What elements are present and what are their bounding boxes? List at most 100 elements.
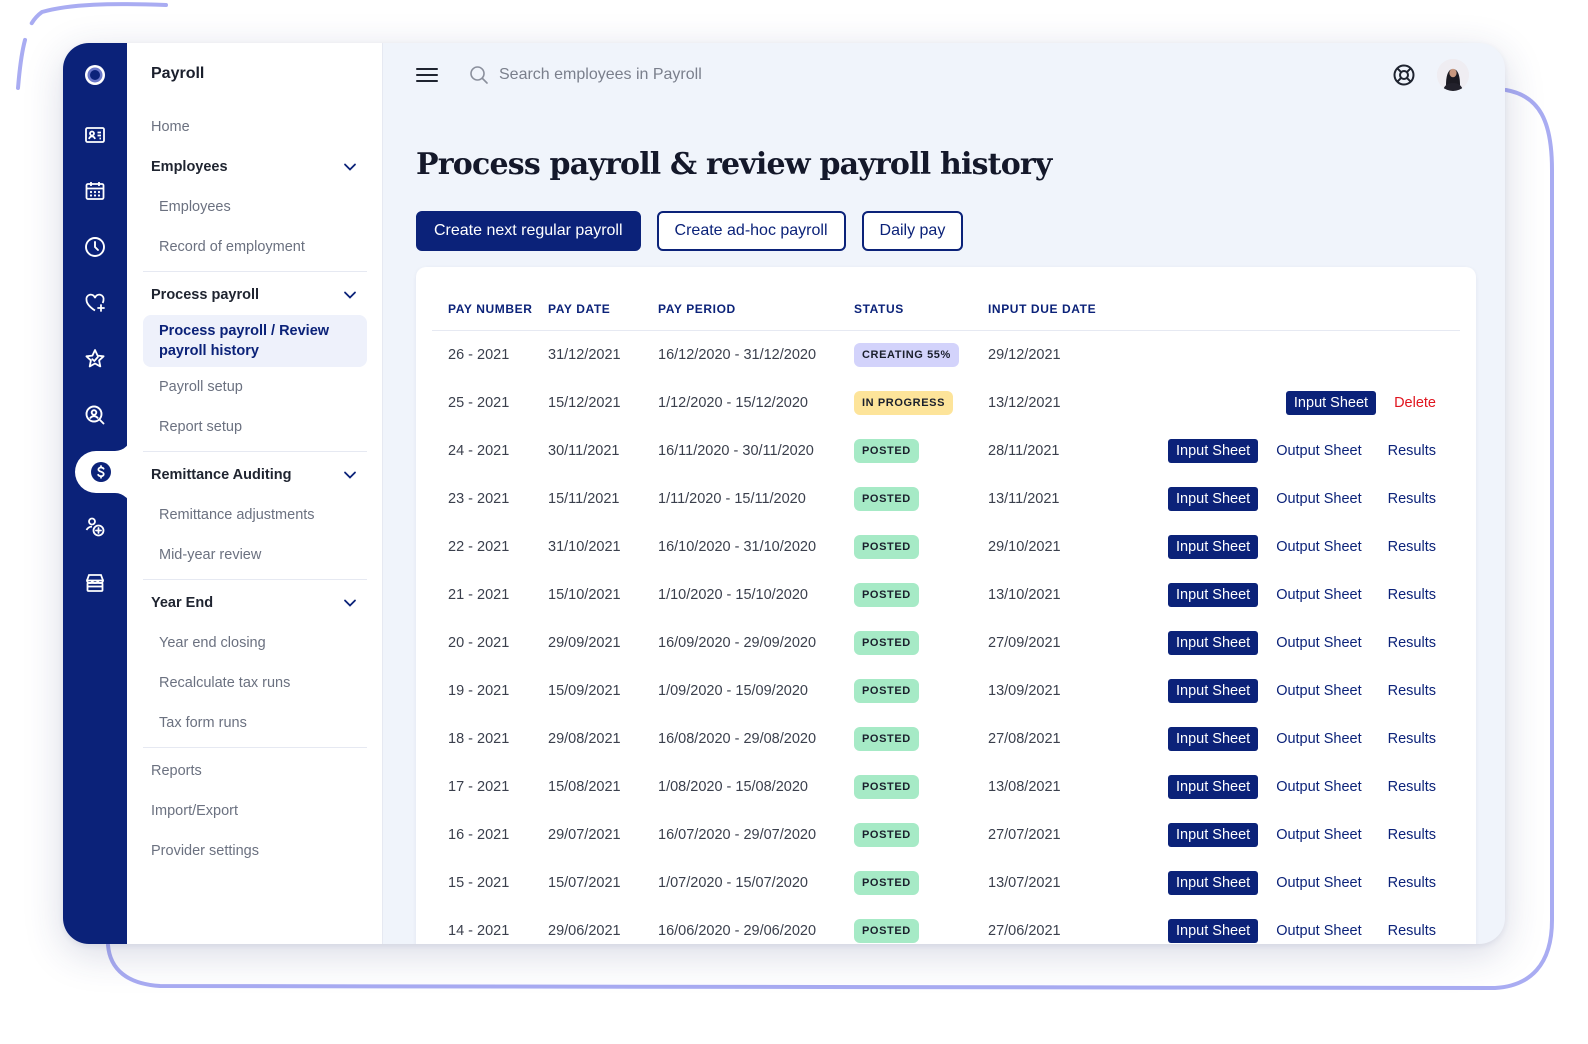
- lifebuoy-icon[interactable]: [1392, 63, 1416, 87]
- rail-item-time[interactable]: [63, 227, 127, 267]
- input-sheet-button[interactable]: Input Sheet: [1168, 871, 1259, 895]
- input-sheet-button[interactable]: Input Sheet: [1168, 727, 1259, 751]
- nav-divider: [143, 747, 367, 748]
- results-link[interactable]: Results: [1388, 587, 1436, 603]
- pay-period-cell: 1/11/2020 - 15/11/2020: [658, 491, 806, 507]
- results-link[interactable]: Results: [1388, 443, 1436, 459]
- pay-number-cell: 23 - 2021: [448, 491, 510, 507]
- input-due-date-cell: 13/11/2021: [988, 491, 1060, 507]
- nav-group-year-end[interactable]: Year End: [143, 583, 367, 623]
- output-sheet-link[interactable]: Output Sheet: [1276, 587, 1361, 603]
- rail-item-marketplace[interactable]: [63, 563, 127, 603]
- output-sheet-link[interactable]: Output Sheet: [1276, 683, 1361, 699]
- nav-item-employees[interactable]: Employees: [143, 187, 367, 227]
- rail-item-payroll[interactable]: [69, 452, 133, 492]
- user-avatar[interactable]: [1437, 59, 1469, 91]
- rail-item-performance[interactable]: [63, 339, 127, 379]
- nav-group-employees[interactable]: Employees: [143, 147, 367, 187]
- nav-item-remittance-adjustments[interactable]: Remittance adjustments: [143, 495, 367, 535]
- nav-item-reports[interactable]: Reports: [143, 751, 367, 791]
- input-sheet-button[interactable]: Input Sheet: [1168, 487, 1259, 511]
- results-link[interactable]: Results: [1388, 875, 1436, 891]
- output-sheet-link[interactable]: Output Sheet: [1276, 731, 1361, 747]
- rail-logo[interactable]: [63, 55, 127, 95]
- pay-period-cell: 1/07/2020 - 15/07/2020: [658, 875, 808, 891]
- results-link[interactable]: Results: [1388, 923, 1436, 939]
- input-sheet-button[interactable]: Input Sheet: [1168, 583, 1259, 607]
- secondary-nav: Payroll Home Employees Employees Record …: [127, 43, 383, 944]
- heart-plus-icon: [85, 293, 105, 312]
- output-sheet-link[interactable]: Output Sheet: [1276, 779, 1361, 795]
- rail-item-calendar[interactable]: [63, 171, 127, 211]
- input-sheet-button[interactable]: Input Sheet: [1168, 631, 1259, 655]
- pay-number-cell: 19 - 2021: [448, 683, 510, 699]
- nav-item-import-export[interactable]: Import/Export: [143, 791, 367, 831]
- menu-button[interactable]: [416, 65, 438, 85]
- pay-date-cell: 31/12/2021: [548, 347, 621, 363]
- header-pay-number[interactable]: PAY NUMBER: [432, 302, 548, 316]
- header-pay-date[interactable]: PAY DATE: [548, 302, 658, 316]
- hamburger-icon-line: [416, 74, 438, 76]
- user-add-icon: [85, 517, 105, 537]
- results-link[interactable]: Results: [1388, 683, 1436, 699]
- input-sheet-button[interactable]: Input Sheet: [1168, 439, 1259, 463]
- nav-group-label: Employees: [151, 159, 228, 175]
- input-sheet-button[interactable]: Input Sheet: [1168, 823, 1259, 847]
- output-sheet-link[interactable]: Output Sheet: [1276, 875, 1361, 891]
- results-link[interactable]: Results: [1388, 539, 1436, 555]
- status-cell: POSTED: [854, 487, 988, 511]
- delete-link[interactable]: Delete: [1394, 395, 1436, 411]
- input-sheet-button[interactable]: Input Sheet: [1168, 919, 1259, 943]
- header-status[interactable]: STATUS: [854, 302, 988, 316]
- input-due-date-cell: 27/06/2021: [988, 923, 1061, 939]
- nav-item-payroll-setup[interactable]: Payroll setup: [143, 367, 367, 407]
- input-sheet-button[interactable]: Input Sheet: [1285, 391, 1377, 415]
- rail-item-recruiting[interactable]: [63, 395, 127, 435]
- input-sheet-button[interactable]: Input Sheet: [1168, 535, 1259, 559]
- input-sheet-button[interactable]: Input Sheet: [1168, 679, 1259, 703]
- pay-period-cell: 1/12/2020 - 15/12/2020: [658, 395, 808, 411]
- results-link[interactable]: Results: [1388, 779, 1436, 795]
- nav-item-home[interactable]: Home: [143, 107, 367, 147]
- table-body: 26 - 2021 31/12/2021 16/12/2020 - 31/12/20…: [432, 331, 1460, 944]
- daily-pay-button[interactable]: Daily pay: [861, 211, 964, 251]
- header-pay-period[interactable]: PAY PERIOD: [658, 302, 854, 316]
- status-badge: POSTED: [854, 439, 919, 463]
- dollar-icon: [91, 462, 111, 482]
- status-badge: POSTED: [854, 583, 919, 607]
- table-row: 15 - 2021 15/07/2021 1/07/2020 - 15/07/202…: [432, 859, 1460, 907]
- results-link[interactable]: Results: [1388, 491, 1436, 507]
- output-sheet-link[interactable]: Output Sheet: [1276, 923, 1361, 939]
- output-sheet-link[interactable]: Output Sheet: [1276, 443, 1361, 459]
- output-sheet-link[interactable]: Output Sheet: [1276, 491, 1361, 507]
- input-sheet-button[interactable]: Input Sheet: [1168, 775, 1259, 799]
- nav-item-process-payroll-review[interactable]: Process payroll / Review payroll history: [143, 315, 367, 367]
- results-link[interactable]: Results: [1388, 827, 1436, 843]
- nav-group-process-payroll[interactable]: Process payroll: [143, 275, 367, 315]
- rail-item-benefits[interactable]: [63, 283, 127, 323]
- pay-number-cell: 25 - 2021: [448, 395, 510, 411]
- output-sheet-link[interactable]: Output Sheet: [1276, 635, 1361, 651]
- nav-item-year-end-closing[interactable]: Year end closing: [143, 623, 367, 663]
- nav-item-provider-settings[interactable]: Provider settings: [143, 831, 367, 871]
- header-input-due-date[interactable]: INPUT DUE DATE: [988, 302, 1128, 316]
- nav-item-mid-year-review[interactable]: Mid-year review: [143, 535, 367, 575]
- actions-cell: Input Sheet Output Sheet Results: [1128, 823, 1460, 847]
- nav-item-tax-form-runs[interactable]: Tax form runs: [143, 703, 367, 743]
- output-sheet-link[interactable]: Output Sheet: [1276, 827, 1361, 843]
- rail-item-onboarding[interactable]: [63, 507, 127, 547]
- output-sheet-link[interactable]: Output Sheet: [1276, 539, 1361, 555]
- pay-date-cell: 29/07/2021: [548, 827, 621, 843]
- rail-item-employees[interactable]: [63, 115, 127, 155]
- nav-item-report-setup[interactable]: Report setup: [143, 407, 367, 447]
- create-regular-payroll-button[interactable]: Create next regular payroll: [416, 211, 641, 251]
- results-link[interactable]: Results: [1388, 731, 1436, 747]
- create-adhoc-payroll-button[interactable]: Create ad-hoc payroll: [656, 211, 846, 251]
- nav-item-record-of-employment[interactable]: Record of employment: [143, 227, 367, 267]
- pay-number-cell: 26 - 2021: [448, 347, 510, 363]
- nav-item-recalculate-tax-runs[interactable]: Recalculate tax runs: [143, 663, 367, 703]
- pay-date-cell: 15/10/2021: [548, 587, 621, 603]
- results-link[interactable]: Results: [1388, 635, 1436, 651]
- search-input[interactable]: [499, 66, 859, 84]
- nav-group-remittance-auditing[interactable]: Remittance Auditing: [143, 455, 367, 495]
